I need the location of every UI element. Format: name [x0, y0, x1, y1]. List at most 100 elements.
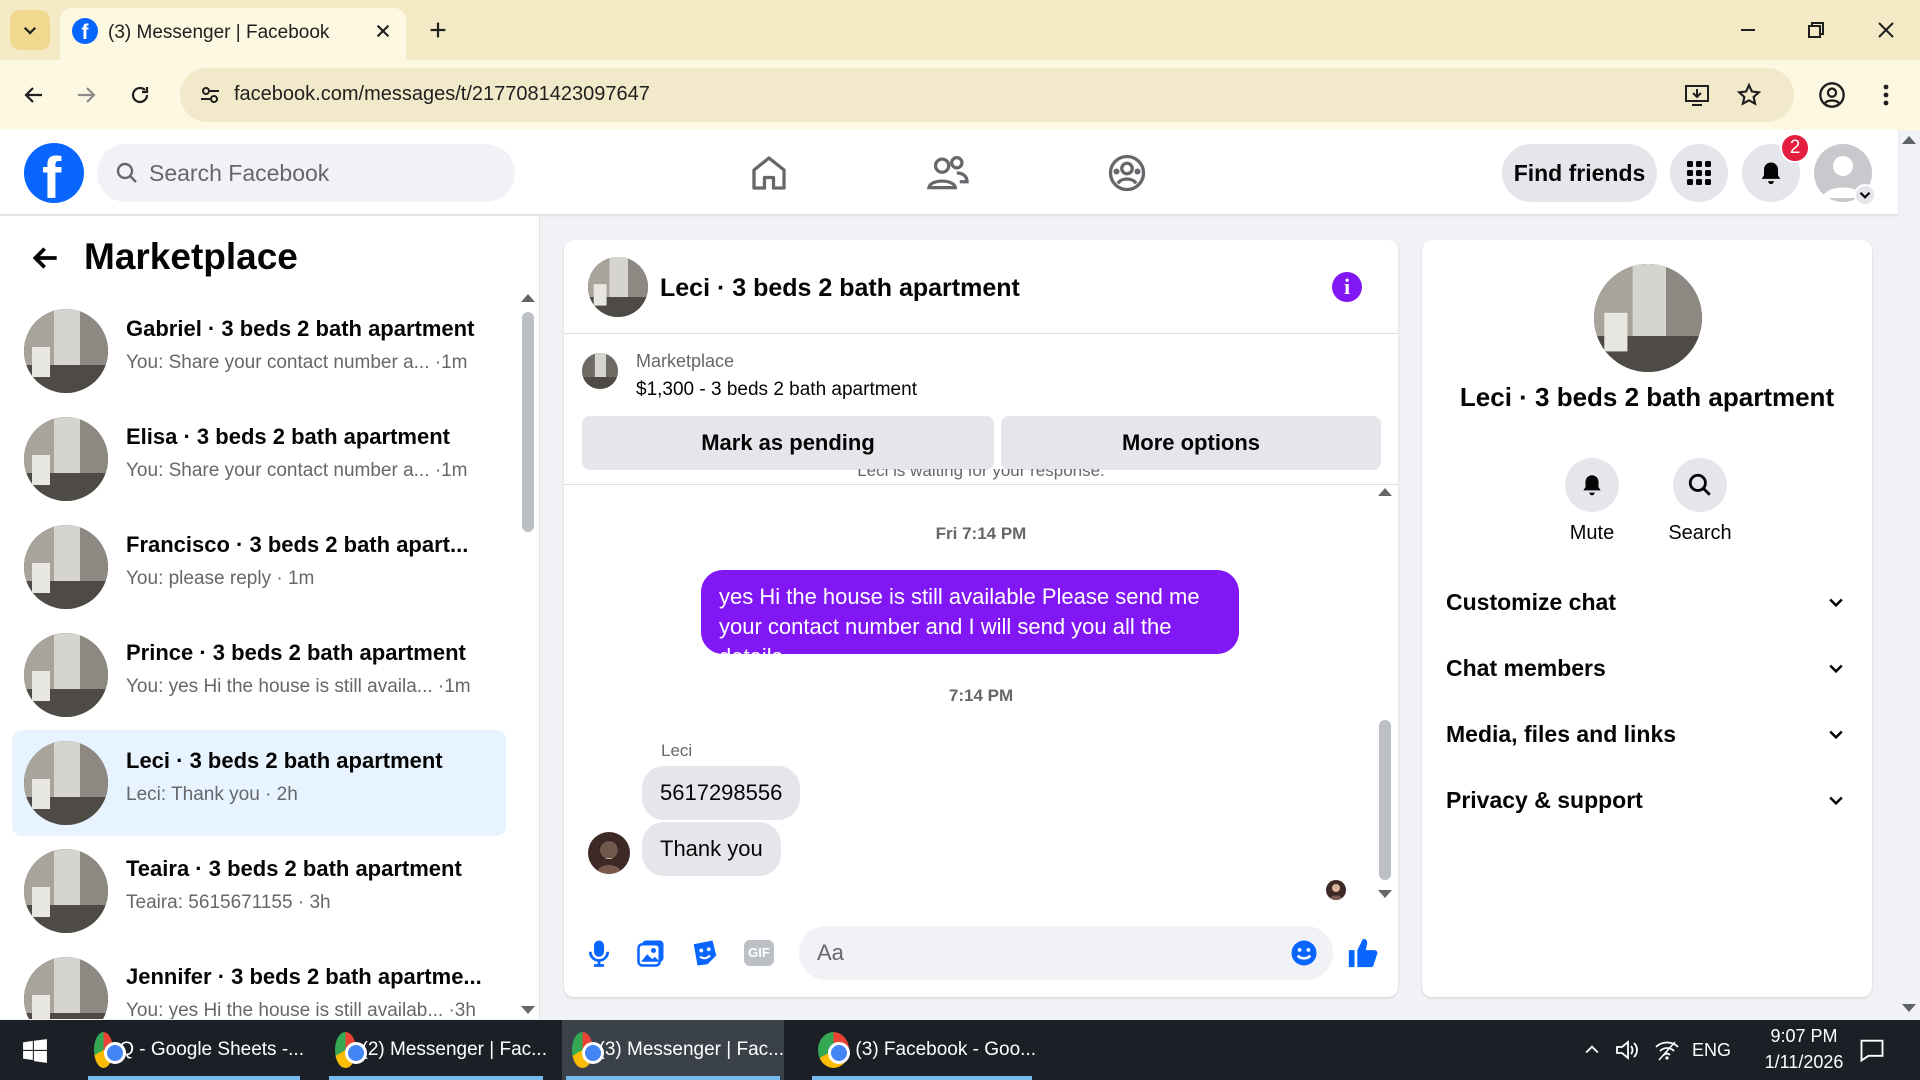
section-chat-members[interactable]: Chat members [1440, 638, 1854, 698]
back-arrow-icon[interactable] [30, 242, 62, 274]
listing-thumbnail[interactable] [582, 353, 618, 389]
close-tab-icon[interactable] [370, 18, 396, 44]
mark-as-pending-button[interactable]: Mark as pending [582, 416, 994, 470]
incoming-message[interactable]: Thank you [642, 822, 781, 876]
chat-scroll-down-arrow[interactable] [1378, 890, 1392, 898]
outgoing-message[interactable]: yes Hi the house is still available Plea… [701, 570, 1239, 669]
attach-photo-button[interactable] [636, 938, 666, 968]
conversation-avatar [24, 741, 108, 825]
windows-start-icon[interactable] [22, 1038, 48, 1064]
back-button[interactable] [14, 75, 54, 115]
apartment-photo [24, 309, 108, 393]
search-label: Search [1668, 522, 1732, 544]
language-indicator[interactable]: ENG [1692, 1040, 1731, 1061]
chat-scrollbar[interactable] [1379, 720, 1391, 880]
conversation-item[interactable]: Leci · 3 beds 2 bath apartment Leci: Than… [12, 730, 506, 836]
reload-button[interactable] [120, 75, 160, 115]
taskbar-app-label: (2) Messenger | Fac... [361, 1039, 548, 1060]
taskbar-app-chrome[interactable]: (3) Facebook - Goo... [808, 1020, 1036, 1080]
clock-time[interactable]: 9:07 PM [1756, 1026, 1852, 1047]
emoji-icon[interactable] [1289, 938, 1319, 968]
contact-avatar[interactable] [1594, 264, 1702, 372]
conversation-avatar [24, 633, 108, 717]
bookmark-star-icon[interactable] [1736, 82, 1762, 108]
conversation-item[interactable]: Prince · 3 beds 2 bath apartment You: yes… [12, 622, 506, 728]
search-input[interactable] [149, 144, 499, 202]
forward-button[interactable] [66, 75, 106, 115]
section-privacy-support[interactable]: Privacy & support [1440, 770, 1854, 830]
section-media-files-links[interactable]: Media, files and links [1440, 704, 1854, 764]
facebook-logo-icon[interactable]: f [24, 143, 84, 203]
section-customize-chat[interactable]: Customize chat [1440, 572, 1854, 632]
taskbar-app-chrome[interactable]: (3) Messenger | Fac... [562, 1020, 784, 1080]
clock-date[interactable]: 1/11/2026 [1746, 1052, 1862, 1073]
conversation-item[interactable]: Elisa · 3 beds 2 bath apartment You: Shar… [12, 406, 506, 512]
microphone-icon [588, 940, 610, 967]
profile-button[interactable] [1812, 75, 1852, 115]
voice-clip-button[interactable] [584, 938, 614, 968]
list-scrollbar[interactable] [522, 312, 534, 532]
sticker-button[interactable] [690, 938, 720, 968]
sender-avatar[interactable] [588, 832, 630, 874]
notification-center-icon[interactable] [1858, 1036, 1886, 1064]
conversation-item[interactable]: Teaira · 3 beds 2 bath apartment Teaira: … [12, 838, 506, 944]
message-input[interactable] [817, 926, 1257, 980]
grid-menu-icon [1687, 161, 1711, 185]
address-bar[interactable]: facebook.com/messages/t/2177081423097647 [180, 68, 1794, 122]
conversation-item[interactable]: Gabriel · 3 beds 2 bath apartment You: Sh… [12, 298, 506, 404]
chevron-down-icon [1829, 598, 1843, 608]
mute-label: Mute [1569, 522, 1615, 544]
more-options-button[interactable]: More options [1001, 416, 1381, 470]
page-scroll-up-arrow[interactable] [1902, 136, 1916, 144]
account-chevron-icon[interactable] [1854, 184, 1876, 206]
conversation-name: Prince · 3 beds 2 bath apartment [126, 640, 466, 665]
tab-search-button[interactable] [10, 10, 50, 50]
chrome-icon [818, 1032, 851, 1068]
nav-friends[interactable] [926, 152, 970, 194]
conversation-name: Francisco · 3 beds 2 bath apart... [126, 532, 469, 557]
chevron-down-icon [1829, 796, 1843, 806]
conversation-info-icon[interactable]: i [1332, 272, 1362, 302]
url-text[interactable]: facebook.com/messages/t/2177081423097647 [234, 83, 650, 106]
thumbs-up-icon [1348, 938, 1378, 968]
chat-scroll-up-arrow[interactable] [1378, 488, 1392, 496]
install-app-icon[interactable] [1684, 83, 1710, 107]
list-scroll-down-arrow[interactable] [521, 1006, 535, 1014]
site-info-icon[interactable] [198, 83, 222, 107]
running-indicator [329, 1076, 543, 1080]
taskbar-app-chrome[interactable]: (2) Messenger | Fac... [325, 1020, 547, 1080]
bell-icon [1583, 475, 1601, 496]
tray-chevron-up-icon[interactable] [1582, 1040, 1602, 1060]
conversation-preview: You: Share your contact number a... ·1m [126, 460, 468, 481]
search-action[interactable]: Search [1655, 458, 1745, 545]
listing-title[interactable]: $1,300 - 3 beds 2 bath apartment [636, 379, 917, 401]
browser-menu-button[interactable] [1866, 75, 1906, 115]
conversation-preview: You: yes Hi the house is still availa...… [126, 676, 471, 697]
mute-action[interactable]: Mute [1547, 458, 1637, 545]
section-label: Media, files and links [1446, 720, 1677, 747]
volume-icon[interactable] [1614, 1038, 1640, 1062]
nav-home[interactable] [748, 152, 790, 194]
find-friends-button[interactable]: Find friends [1502, 144, 1657, 202]
apartment-photo [24, 741, 108, 825]
conversation-item[interactable]: Francisco · 3 beds 2 bath apart... You: p… [12, 514, 506, 620]
facebook-search[interactable] [97, 144, 515, 202]
chat-title[interactable]: Leci · 3 beds 2 bath apartment [660, 274, 1020, 303]
wifi-icon[interactable] [1654, 1038, 1680, 1062]
list-scroll-up-arrow[interactable] [521, 294, 535, 302]
gif-button[interactable]: GIF [744, 940, 774, 966]
incoming-message[interactable]: 5617298556 [642, 766, 801, 820]
conversation-item[interactable]: Jennifer · 3 beds 2 bath apartme... You: … [12, 946, 506, 1019]
page-scroll-down-arrow[interactable] [1902, 1004, 1916, 1012]
close-window-button[interactable] [1866, 10, 1906, 50]
taskbar-app-chrome[interactable]: Q - Google Sheets -... [84, 1020, 304, 1080]
minimize-button[interactable] [1728, 10, 1768, 50]
message-composer[interactable] [799, 926, 1333, 980]
browser-tab-active[interactable]: f (3) Messenger | Facebook [60, 8, 406, 60]
chat-avatar[interactable] [588, 257, 648, 317]
nav-groups[interactable] [1106, 152, 1148, 194]
restore-button[interactable] [1796, 10, 1836, 50]
send-like-button[interactable] [1346, 936, 1380, 970]
menu-button[interactable] [1670, 144, 1728, 202]
new-tab-button[interactable] [418, 10, 458, 50]
